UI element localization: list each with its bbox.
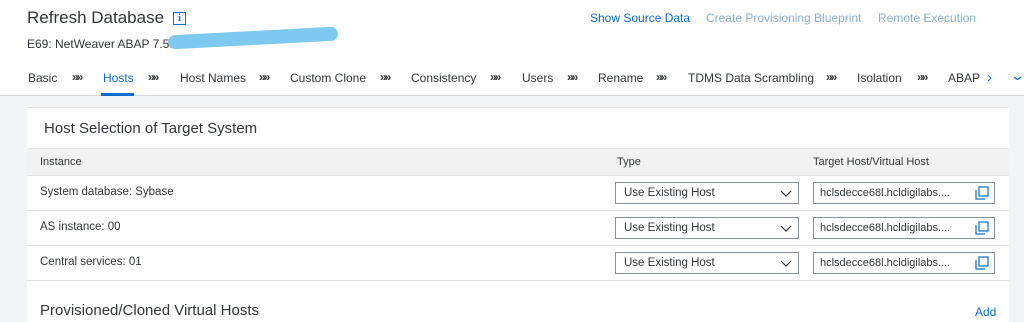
value-help-icon[interactable] [975, 186, 989, 200]
table-row: System database: Sybase Use Existing Hos… [27, 176, 1009, 211]
table-row: AS instance: 00 Use Existing Host hclsde… [27, 211, 1009, 246]
tab-host-names[interactable]: Host Names [180, 71, 246, 85]
selected-tab-indicator [101, 93, 134, 96]
page-title: Refresh Database [27, 8, 165, 27]
tab-separator-icon: »» [380, 70, 391, 84]
page-header: Refresh Database i E69: NetWeaver ABAP 7… [0, 0, 1024, 96]
tab-custom-clone[interactable]: Custom Clone [290, 71, 366, 85]
virtual-hosts-section-title: Provisioned/Cloned Virtual Hosts [40, 302, 260, 319]
tab-separator-icon: »» [826, 70, 837, 84]
tab-users[interactable]: Users [522, 71, 553, 85]
instance-cell: System database: Sybase [40, 186, 174, 198]
tab-separator-icon: »» [490, 70, 501, 84]
chevron-down-icon[interactable] [778, 184, 794, 202]
chevron-down-icon[interactable] [778, 219, 794, 237]
add-virtual-host-link[interactable]: Add [975, 305, 996, 319]
tab-separator-icon: »» [656, 70, 667, 84]
chevron-down-icon[interactable] [778, 254, 794, 272]
value-help-icon[interactable] [975, 221, 989, 235]
table-row: Central services: 01 Use Existing Host h… [27, 246, 1009, 281]
tab-basic[interactable]: Basic [28, 71, 57, 85]
column-header-type: Type [617, 156, 641, 168]
tab-hosts[interactable]: Hosts [103, 71, 134, 85]
table-header: Instance Type Target Host/Virtual Host [27, 148, 1009, 176]
type-select-value: Use Existing Host [624, 257, 715, 269]
system-subtitle: E69: NetWeaver ABAP 7.53 [27, 37, 176, 51]
target-host-field[interactable]: hclsdecce68l.hcldigilabs.... [813, 252, 995, 274]
type-select[interactable]: Use Existing Host [615, 217, 799, 239]
tab-scroll-right-icon[interactable]: › [987, 69, 992, 86]
target-host-field[interactable]: hclsdecce68l.hcldigilabs.... [813, 182, 995, 204]
type-select[interactable]: Use Existing Host [615, 182, 799, 204]
column-header-instance: Instance [40, 156, 82, 168]
instance-cell: AS instance: 00 [40, 221, 121, 233]
target-host-value: hclsdecce68l.hcldigilabs.... [820, 257, 951, 269]
column-header-target-host: Target Host/Virtual Host [813, 156, 929, 168]
tab-abap[interactable]: ABAP [948, 71, 980, 85]
section-title: Host Selection of Target System [44, 120, 258, 137]
tab-bar: Basic »» Hosts »» Host Names »» Custom C… [0, 66, 1024, 96]
tab-separator-icon: »» [148, 70, 159, 84]
tab-overflow-chevron-icon[interactable]: ⌄ [1010, 68, 1024, 84]
host-selection-panel: Host Selection of Target System Instance… [27, 107, 1009, 322]
show-source-data-link[interactable]: Show Source Data [590, 11, 690, 25]
target-host-value: hclsdecce68l.hcldigilabs.... [820, 187, 951, 199]
tab-separator-icon: »» [72, 70, 83, 84]
value-help-icon[interactable] [975, 256, 989, 270]
tab-separator-icon: »» [917, 70, 928, 84]
type-select-value: Use Existing Host [624, 187, 715, 199]
redaction-mark [167, 26, 339, 50]
tab-separator-icon: »» [567, 70, 578, 84]
info-icon[interactable]: i [173, 12, 186, 25]
target-host-field[interactable]: hclsdecce68l.hcldigilabs.... [813, 217, 995, 239]
tab-tdms-data-scrambling[interactable]: TDMS Data Scrambling [688, 71, 814, 85]
remote-execution-link[interactable]: Remote Execution [878, 11, 976, 25]
tab-separator-icon: »» [259, 70, 270, 84]
create-provisioning-blueprint-link[interactable]: Create Provisioning Blueprint [706, 11, 861, 25]
tab-rename[interactable]: Rename [598, 71, 643, 85]
type-select[interactable]: Use Existing Host [615, 252, 799, 274]
target-host-value: hclsdecce68l.hcldigilabs.... [820, 222, 951, 234]
tab-consistency[interactable]: Consistency [411, 71, 476, 85]
instance-cell: Central services: 01 [40, 256, 142, 268]
type-select-value: Use Existing Host [624, 222, 715, 234]
tab-isolation[interactable]: Isolation [857, 71, 902, 85]
